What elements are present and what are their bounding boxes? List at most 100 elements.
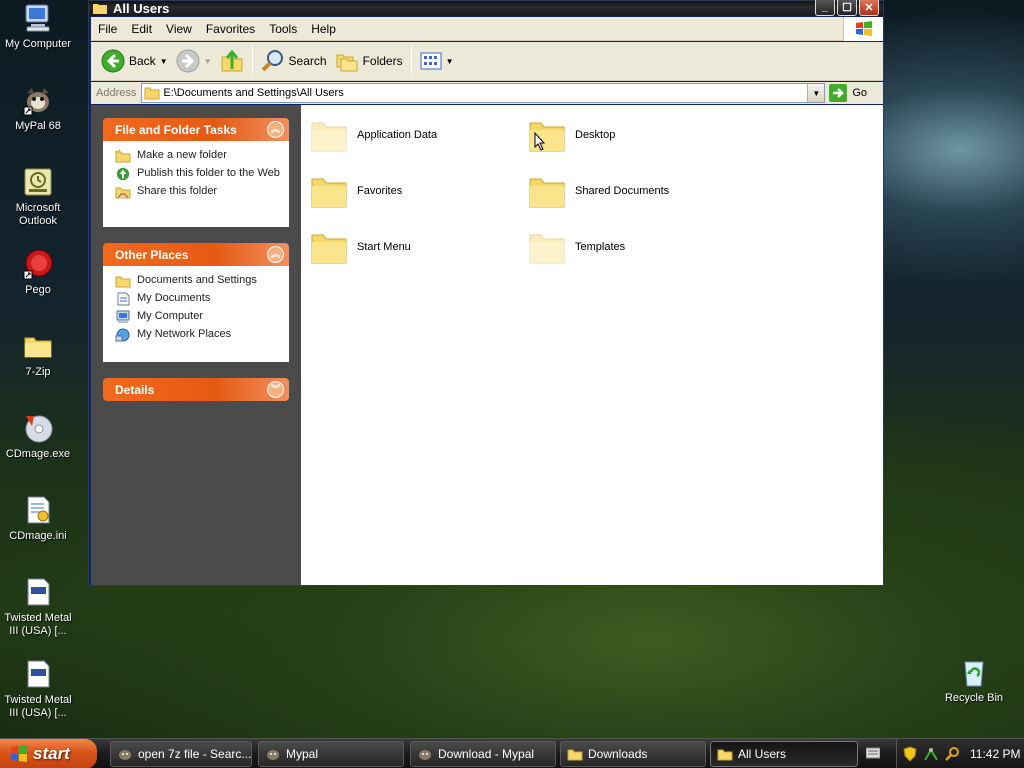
shield-icon[interactable] (902, 746, 918, 762)
clock[interactable]: 11:42 PM (970, 747, 1020, 761)
menu-file[interactable]: File (91, 22, 124, 36)
desktop-icon-cdmage-ini[interactable]: CDmage.ini (0, 494, 76, 543)
folder-icon (144, 87, 160, 100)
chevron-down-icon[interactable]: ▼ (160, 57, 168, 66)
folders-icon (336, 54, 358, 72)
maximize-button[interactable]: ☐ (837, 0, 857, 16)
chevron-down-icon[interactable]: ︾ (267, 381, 284, 398)
close-button[interactable]: ✕ (859, 0, 879, 16)
desktop-icon-my-computer[interactable]: My Computer (0, 2, 76, 51)
details-header[interactable]: Details ︾ (103, 378, 289, 401)
task-share-folder[interactable]: Share this folder (115, 185, 281, 199)
search-icon (261, 50, 283, 72)
taskbar-button-all-users[interactable]: All Users (710, 741, 858, 767)
start-label: start (33, 744, 70, 763)
place-my-documents[interactable]: My Documents (115, 292, 281, 306)
network-tray-icon[interactable] (923, 746, 939, 762)
folder-item-start-menu[interactable]: Start Menu (309, 227, 411, 267)
other-places-panel: Other Places ︽ Documents and Settings My… (103, 243, 289, 362)
cd-icon (25, 415, 53, 443)
views-button[interactable]: ▼ (416, 45, 458, 77)
chevron-up-icon[interactable]: ︽ (267, 121, 284, 138)
minimize-button[interactable]: _ (815, 0, 835, 16)
task-label: Make a new folder (137, 149, 227, 161)
address-box[interactable]: ▼ (141, 83, 826, 103)
chevron-down-icon[interactable]: ▼ (446, 57, 454, 66)
taskbar-button-label: All Users (738, 747, 787, 761)
folder-icon (529, 122, 565, 152)
folder-item-shared-documents[interactable]: Shared Documents (527, 171, 669, 211)
title-bar[interactable]: All Users _ ☐ ✕ (89, 0, 883, 16)
other-places-body: Documents and Settings My Documents My C… (103, 266, 289, 362)
address-input[interactable] (163, 87, 804, 99)
my-documents-icon (117, 292, 130, 306)
menu-bar: File Edit View Favorites Tools Help (91, 17, 883, 41)
task-make-new-folder[interactable]: Make a new folder (115, 149, 281, 163)
maximize-icon: ☐ (842, 1, 852, 14)
taskbar-button-label: Downloads (588, 747, 648, 761)
desktop-icon-pego[interactable]: Pego (0, 248, 76, 297)
taskbar-button-label: open 7z file - Searc... (138, 747, 252, 761)
taskbar-button-downloads[interactable]: Downloads (560, 741, 706, 767)
taskbar-button-label: Mypal (286, 747, 319, 761)
search-tray-icon[interactable] (944, 746, 960, 762)
place-my-computer[interactable]: My Computer (115, 310, 281, 324)
folder-icon (311, 178, 347, 208)
views-icon (420, 52, 442, 70)
place-my-network-places[interactable]: My Network Places (115, 328, 281, 342)
folders-button[interactable]: Folders (331, 45, 407, 77)
desktop-icon-twisted-metal-1[interactable]: Twisted Metal III (USA) [... (0, 576, 76, 638)
start-button[interactable]: start (0, 739, 97, 768)
folder-icon (93, 4, 107, 14)
folders-label: Folders (362, 54, 403, 68)
file-icon (27, 660, 50, 688)
keyboard-icon[interactable] (866, 747, 880, 759)
menu-view[interactable]: View (159, 22, 199, 36)
desktop-icon-cdmage-exe[interactable]: CDmage.exe (0, 412, 76, 461)
desktop-icon-mypal[interactable]: MyPal 68 (0, 84, 76, 133)
search-button[interactable]: Search (257, 45, 331, 77)
taskbar-button-mypal[interactable]: Mypal (258, 741, 404, 767)
go-arrow-icon (829, 84, 848, 102)
place-label: Documents and Settings (137, 274, 257, 286)
taskbar-button-search[interactable]: open 7z file - Searc... (110, 741, 252, 767)
file-folder-tasks-header[interactable]: File and Folder Tasks ︽ (103, 118, 289, 141)
folder-icon (529, 178, 565, 208)
up-button[interactable] (216, 45, 248, 77)
windows-flag-icon (855, 21, 872, 36)
folder-label: Desktop (575, 129, 616, 141)
go-button[interactable]: Go (829, 84, 867, 102)
folder-icon (115, 276, 131, 288)
forward-button[interactable]: ▼ (172, 45, 216, 77)
taskbar: start open 7z file - Searc... Mypal Down… (0, 738, 1024, 768)
back-button[interactable]: Back ▼ (97, 45, 172, 77)
folder-item-application-data[interactable]: Application Data (309, 115, 437, 155)
desktop-icon-7zip[interactable]: 7-Zip (0, 330, 76, 379)
place-documents-and-settings[interactable]: Documents and Settings (115, 274, 281, 288)
desktop-icon-recycle-bin[interactable]: Recycle Bin (936, 656, 1012, 705)
folder-label: Shared Documents (575, 185, 670, 197)
folder-item-favorites[interactable]: Favorites (309, 171, 402, 211)
menu-tools[interactable]: Tools (262, 22, 304, 36)
place-label: My Network Places (137, 328, 232, 340)
outlook-icon (24, 168, 52, 196)
folder-content: Application Data Desktop Favorites Share… (301, 105, 883, 585)
other-places-header[interactable]: Other Places ︽ (103, 243, 289, 266)
desktop-icon-outlook[interactable]: Microsoft Outlook (0, 166, 76, 228)
desktop-icon-twisted-metal-2[interactable]: Twisted Metal III (USA) [... (0, 658, 76, 720)
file-icon (27, 578, 50, 606)
menu-edit[interactable]: Edit (124, 22, 159, 36)
folder-item-desktop[interactable]: Desktop (527, 115, 615, 155)
folder-icon (717, 749, 733, 761)
taskbar-button-download[interactable]: Download - Mypal (410, 741, 556, 767)
minimize-icon: _ (821, 1, 829, 13)
chevron-up-icon[interactable]: ︽ (267, 246, 284, 263)
desktop-icon-label: CDmage.exe (5, 448, 71, 460)
chevron-down-icon[interactable]: ▼ (204, 57, 212, 66)
address-dropdown-button[interactable]: ▼ (807, 84, 825, 102)
folder-label: Application Data (357, 129, 438, 141)
menu-help[interactable]: Help (304, 22, 343, 36)
task-publish-to-web[interactable]: Publish this folder to the Web (115, 167, 281, 181)
folder-item-templates[interactable]: Templates (527, 227, 625, 267)
menu-favorites[interactable]: Favorites (199, 22, 262, 36)
